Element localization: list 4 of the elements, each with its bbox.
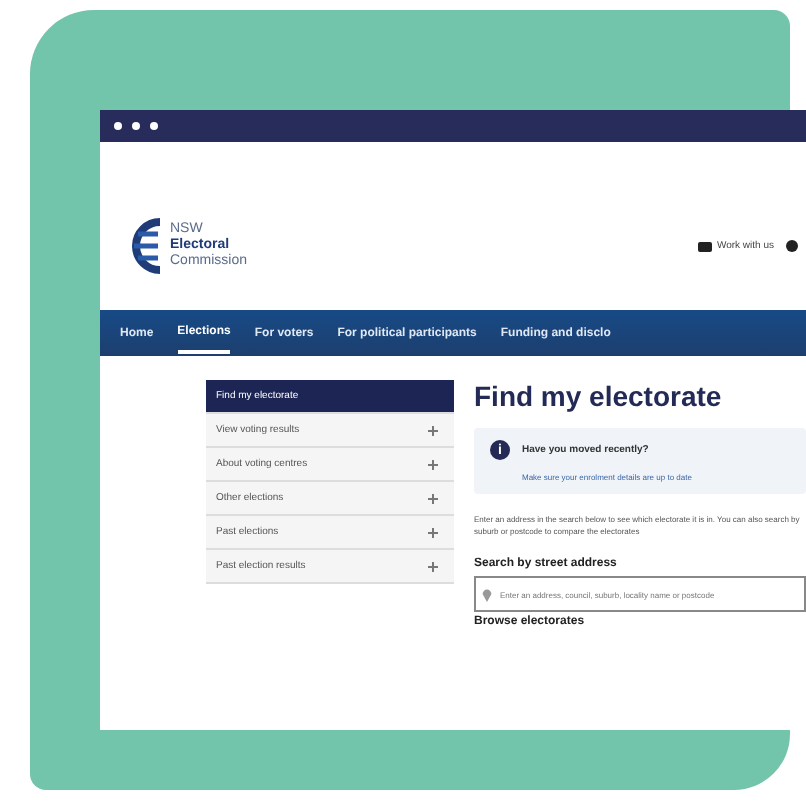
page-title: Find my electorate xyxy=(474,380,724,412)
briefcase-icon xyxy=(698,240,713,252)
window-dots-icon xyxy=(112,120,164,132)
pin-icon xyxy=(482,587,492,601)
